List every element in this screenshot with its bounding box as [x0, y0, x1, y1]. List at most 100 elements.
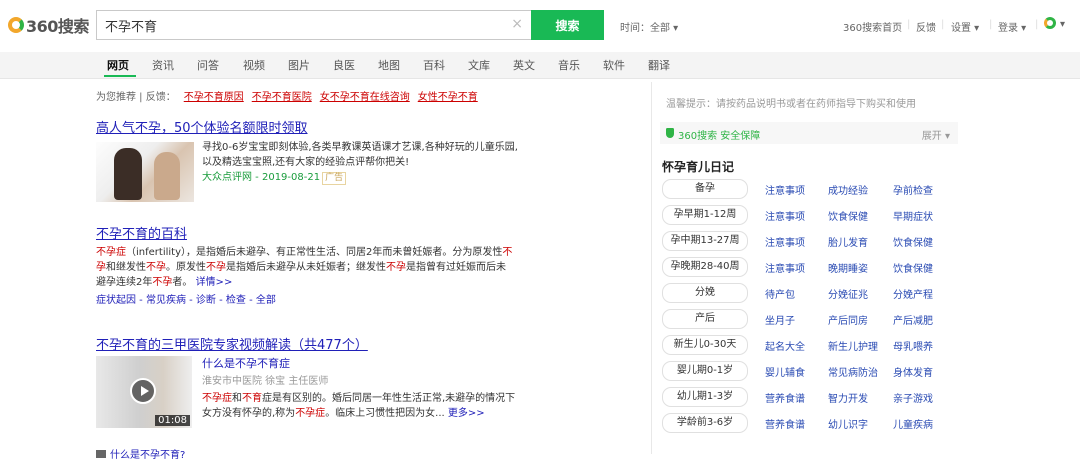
- diary-link[interactable]: 注意事项: [765, 182, 805, 197]
- result-title[interactable]: 不孕不育的百科: [96, 223, 187, 242]
- diary-link[interactable]: 儿童疾病: [893, 416, 933, 431]
- tab-image[interactable]: 图片: [288, 57, 310, 73]
- header: 360搜索 × 搜索 时间：全部 ▾ 360搜索首页 | 反馈 | 设置 ▾ |…: [0, 0, 1080, 52]
- snippet-text: 避孕连续2年: [96, 277, 153, 288]
- clear-icon[interactable]: ×: [511, 16, 523, 32]
- tab-software[interactable]: 软件: [603, 57, 625, 73]
- tab-translate[interactable]: 翻译: [648, 57, 670, 73]
- diary-link[interactable]: 幼儿识字: [828, 416, 868, 431]
- settings-menu[interactable]: 设置 ▾: [951, 19, 979, 34]
- search-button[interactable]: 搜索: [531, 10, 604, 40]
- expand-button[interactable]: 展开 ▾: [922, 127, 950, 142]
- diary-link[interactable]: 营养食谱: [765, 416, 805, 431]
- video-question-title[interactable]: 什么是不孕不育症: [202, 356, 542, 371]
- login-menu[interactable]: 登录 ▾: [998, 19, 1026, 34]
- diary-link[interactable]: 产后同房: [828, 312, 868, 327]
- snippet-text: 症是有区别的。婚后同居一年性生活正常,未避孕的情况下: [262, 393, 516, 404]
- time-filter[interactable]: 时间：全部 ▾: [620, 19, 678, 34]
- tab-baike[interactable]: 百科: [423, 57, 445, 73]
- diary-link[interactable]: 注意事项: [765, 208, 805, 223]
- result-title[interactable]: 高人气不孕，50个体验名额限时领取: [96, 117, 308, 136]
- account-icon[interactable]: [1044, 17, 1056, 29]
- tab-doctor[interactable]: 良医: [333, 57, 355, 73]
- diary-link[interactable]: 饮食保健: [893, 260, 933, 275]
- diary-link[interactable]: 产后减肥: [893, 312, 933, 327]
- more-link[interactable]: 更多>>: [448, 408, 485, 419]
- diary-link[interactable]: 胎儿发育: [828, 234, 868, 249]
- diary-stage-pill[interactable]: 孕晚期28-40周: [662, 257, 748, 277]
- search-box[interactable]: ×: [96, 10, 532, 40]
- result-snippet: 寻找0-6岁宝宝即刻体验,各类早教课英语课才艺课,各种好玩的儿童乐园, 以及精选…: [202, 140, 532, 185]
- baike-sublinks[interactable]: 症状起因 - 常见疾病 - 诊断 - 检查 - 全部: [96, 293, 536, 308]
- diary-stage-pill[interactable]: 产后: [662, 309, 748, 329]
- tab-web[interactable]: 网页: [107, 57, 129, 73]
- video-duration: 01:08: [155, 415, 190, 426]
- logo-ring-icon: [8, 17, 24, 33]
- diary-title: 怀孕育儿日记: [662, 160, 735, 174]
- tab-news[interactable]: 资讯: [152, 57, 174, 73]
- snippet-text: 。原发性: [166, 262, 206, 273]
- thumbnail-figure: [154, 152, 180, 200]
- diary-link[interactable]: 身体发育: [893, 364, 933, 379]
- tab-qa[interactable]: 问答: [197, 57, 219, 73]
- diary-link[interactable]: 分娩产程: [893, 286, 933, 301]
- diary-link[interactable]: 待产包: [765, 286, 795, 301]
- diary-stage-pill[interactable]: 分娩: [662, 283, 748, 303]
- video-thumbnail[interactable]: 01:08: [96, 356, 192, 428]
- diary-link[interactable]: 母乳喂养: [893, 338, 933, 353]
- diary-link[interactable]: 新生儿护理: [828, 338, 878, 353]
- diary-link[interactable]: 成功经验: [828, 182, 868, 197]
- video-snippet: 什么是不孕不育症 淮安市中医院 徐宝 主任医师 不孕症和不育症是有区别的。婚后同…: [202, 356, 542, 421]
- account-chevron-icon[interactable]: ▾: [1060, 19, 1065, 30]
- logo[interactable]: 360搜索: [8, 12, 89, 38]
- recommend-row: 为您推荐 | 反馈： 不孕不育原因 不孕不育医院 女不孕不育在线咨询 女性不孕不育: [96, 88, 478, 103]
- result-source[interactable]: 大众点评网 - 2019-08-21: [202, 172, 320, 183]
- diary-link[interactable]: 早期症状: [893, 208, 933, 223]
- tab-video[interactable]: 视频: [243, 57, 265, 73]
- search-input[interactable]: [105, 11, 505, 39]
- diary-link[interactable]: 常见病防治: [828, 364, 878, 379]
- snippet-line: 寻找0-6岁宝宝即刻体验,各类早教课英语课才艺课,各种好玩的儿童乐园,: [202, 142, 518, 153]
- diary-stage-pill[interactable]: 幼儿期1-3岁: [662, 387, 748, 407]
- recommend-prefix: 为您推荐 | 反馈：: [96, 92, 176, 103]
- highlight: 不: [502, 247, 513, 258]
- result-thumbnail[interactable]: [96, 142, 194, 202]
- feedback-link[interactable]: 反馈: [916, 19, 936, 34]
- diary-link[interactable]: 注意事项: [765, 260, 805, 275]
- diary-link[interactable]: 婴儿辅食: [765, 364, 805, 379]
- right-panel: 温馨提示：请按药品说明书或者在药师指导下购买和使用 360搜索 安全保障 展开 …: [651, 82, 960, 454]
- diary-link[interactable]: 饮食保健: [828, 208, 868, 223]
- play-icon[interactable]: [130, 378, 156, 404]
- diary-stage-pill[interactable]: 婴儿期0-1岁: [662, 361, 748, 381]
- recommend-link[interactable]: 女性不孕不育: [418, 92, 478, 103]
- next-result-text[interactable]: 什么是不孕不育?: [110, 450, 185, 461]
- more-link[interactable]: 详情>>: [196, 277, 233, 288]
- diary-link[interactable]: 孕前检查: [893, 182, 933, 197]
- diary-stage-pill[interactable]: 学龄前3-6岁: [662, 413, 748, 433]
- tab-music[interactable]: 音乐: [558, 57, 580, 73]
- diary-link[interactable]: 饮食保健: [893, 234, 933, 249]
- diary-link[interactable]: 营养食谱: [765, 390, 805, 405]
- diary-stage-pill[interactable]: 孕早期1-12周: [662, 205, 748, 225]
- home-link[interactable]: 360搜索首页: [843, 19, 902, 34]
- diary-link[interactable]: 坐月子: [765, 312, 795, 327]
- highlight: 不孕: [146, 262, 166, 273]
- tab-wenku[interactable]: 文库: [468, 57, 490, 73]
- recommend-link[interactable]: 不孕不育原因: [184, 92, 244, 103]
- tab-map[interactable]: 地图: [378, 57, 400, 73]
- diary-link[interactable]: 亲子游戏: [893, 390, 933, 405]
- diary-link[interactable]: 智力开发: [828, 390, 868, 405]
- result-title[interactable]: 不孕不育的三甲医院专家视频解读（共477个）: [96, 334, 368, 353]
- diary-stage-pill[interactable]: 新生儿0-30天: [662, 335, 748, 355]
- diary-link[interactable]: 注意事项: [765, 234, 805, 249]
- tab-english[interactable]: 英文: [513, 57, 535, 73]
- diary-stage-pill[interactable]: 备孕: [662, 179, 748, 199]
- divider: |: [1035, 19, 1039, 30]
- diary-link[interactable]: 晚期睡姿: [828, 260, 868, 275]
- recommend-link[interactable]: 女不孕不育在线咨询: [320, 92, 410, 103]
- recommend-link[interactable]: 不孕不育医院: [252, 92, 312, 103]
- diary-link[interactable]: 起名大全: [765, 338, 805, 353]
- snippet-text: 者。: [172, 277, 193, 288]
- diary-stage-pill[interactable]: 孕中期13-27周: [662, 231, 748, 251]
- diary-link[interactable]: 分娩征兆: [828, 286, 868, 301]
